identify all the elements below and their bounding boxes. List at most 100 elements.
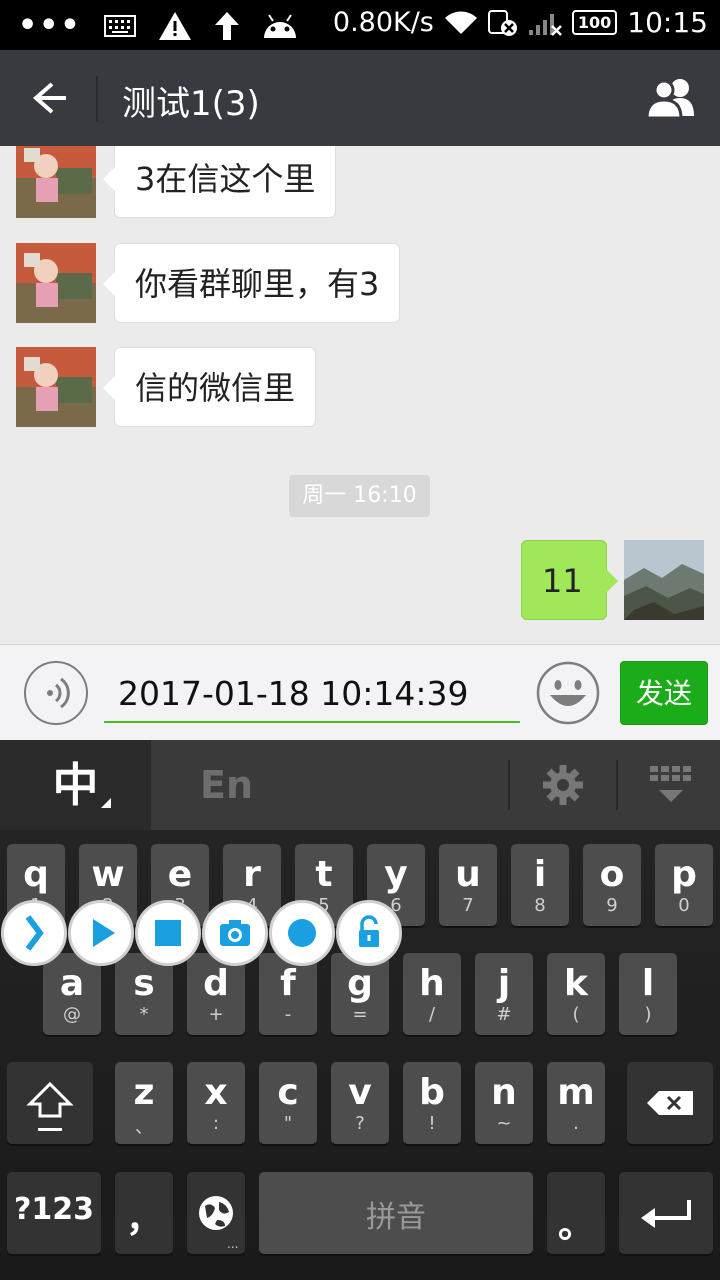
comma-key[interactable]: ，	[115, 1172, 173, 1254]
chinese-mode-tab[interactable]: 中	[0, 740, 151, 830]
clock: 10:15	[627, 6, 708, 39]
contact-avatar[interactable]	[16, 347, 96, 427]
back-button[interactable]	[20, 74, 76, 122]
period-key[interactable]: 。	[547, 1172, 605, 1254]
key-z[interactable]: z、	[115, 1062, 173, 1144]
message-bubble[interactable]: 信的微信里	[102, 347, 317, 427]
play-icon	[93, 919, 115, 947]
symbols-key[interactable]: ?123	[7, 1172, 101, 1254]
key-label: 。	[557, 1205, 594, 1246]
key-label: ?123	[13, 1192, 95, 1227]
my-message-bubble[interactable]: 11	[521, 540, 618, 620]
key-u[interactable]: u7	[439, 844, 497, 926]
key-label: t	[315, 854, 333, 895]
english-mode-tab[interactable]: En	[200, 740, 253, 830]
key-c[interactable]: c "	[259, 1062, 317, 1144]
camera-icon	[220, 920, 250, 946]
warning-icon	[158, 11, 191, 40]
toolbar-divider	[616, 760, 618, 810]
sim-off-icon	[487, 9, 517, 36]
my-avatar[interactable]	[624, 540, 704, 620]
contact-avatar[interactable]	[16, 146, 96, 218]
key-label: y	[384, 854, 408, 895]
key-sublabel: /	[428, 1004, 436, 1025]
key-label: j	[497, 963, 511, 1004]
key-label: h	[419, 963, 445, 1004]
key-v[interactable]: v?	[331, 1062, 389, 1144]
message-list[interactable]: 3在信这个里 你看群聊里，有3 信的微信里 周一 16:10 11	[0, 146, 720, 644]
svg-text:...: ...	[227, 1237, 238, 1251]
stop-icon	[155, 920, 181, 946]
key-sublabel: =	[352, 1004, 368, 1025]
globe-key[interactable]: ...	[187, 1172, 245, 1254]
title-divider	[96, 76, 98, 122]
hide-keyboard-button[interactable]	[646, 764, 696, 808]
chinese-mode-label: 中	[52, 758, 99, 812]
collapse-toolbar-button[interactable]	[1, 900, 67, 966]
battery-indicator: 100	[571, 10, 618, 35]
unlock-button[interactable]	[336, 900, 402, 966]
enter-key[interactable]	[619, 1172, 713, 1254]
key-label: p	[671, 854, 697, 895]
key-n[interactable]: n ~	[475, 1062, 533, 1144]
key-h[interactable]: h /	[403, 953, 461, 1035]
soft-keyboard: 中 En q1 w2 e3 r4 t5 y6 u7 i8 o9 p0 a@ s*…	[0, 740, 720, 1280]
key-label: v	[348, 1072, 372, 1113]
key-label: m	[557, 1072, 595, 1113]
contact-avatar[interactable]	[16, 243, 96, 323]
key-label: n	[491, 1072, 517, 1113]
screenshot-button[interactable]	[202, 900, 268, 966]
voice-input-button[interactable]	[24, 661, 88, 725]
key-label: b	[419, 1072, 445, 1113]
key-x[interactable]: x:	[187, 1062, 245, 1144]
chat-header: 测试1(3)	[0, 50, 720, 146]
key-b[interactable]: b!	[403, 1062, 461, 1144]
message-bubble[interactable]: 你看群聊里，有3	[102, 243, 401, 323]
key-label: l	[641, 963, 655, 1004]
space-key[interactable]: 拼音	[259, 1172, 533, 1254]
chevron-right-icon	[25, 915, 44, 951]
time-divider: 周一 16:10	[289, 475, 430, 517]
key-sublabel: (	[572, 1004, 580, 1025]
enter-arrow-icon	[641, 1200, 691, 1228]
more-dots-icon: •••	[18, 8, 82, 43]
message-input[interactable]	[104, 665, 520, 723]
settings-button[interactable]	[540, 762, 586, 808]
key-j[interactable]: j #	[475, 953, 533, 1035]
floating-control-bar	[0, 900, 404, 972]
group-members-button[interactable]	[642, 74, 702, 122]
backspace-icon	[647, 1091, 693, 1115]
record-button[interactable]	[269, 900, 335, 966]
key-p[interactable]: p0	[655, 844, 713, 926]
key-sublabel: @	[63, 1004, 81, 1025]
backspace-key[interactable]	[627, 1062, 713, 1144]
emoji-button[interactable]	[536, 661, 600, 725]
key-label: c	[277, 1072, 299, 1113]
key-label: k	[564, 963, 588, 1004]
voice-icon	[47, 677, 70, 709]
input-bar: 发送	[0, 644, 720, 740]
key-i[interactable]: i8	[511, 844, 569, 926]
key-l[interactable]: l)	[619, 953, 677, 1035]
stop-button[interactable]	[135, 900, 201, 966]
android-icon	[263, 13, 296, 38]
key-label: i	[533, 854, 547, 895]
corner-triangle-icon	[101, 798, 111, 808]
key-sublabel: ~	[496, 1113, 512, 1134]
shift-key[interactable]	[7, 1062, 93, 1144]
key-label: q	[23, 854, 49, 895]
key-k[interactable]: k(	[547, 953, 605, 1035]
key-sublabel: #	[496, 1004, 512, 1025]
message-bubble[interactable]: 3在信这个里	[102, 146, 337, 218]
key-m[interactable]: m.	[547, 1062, 605, 1144]
key-o[interactable]: o9	[583, 844, 641, 926]
toolbar-divider	[508, 760, 510, 810]
signal-icon	[528, 13, 562, 36]
send-button[interactable]: 发送	[620, 661, 708, 725]
key-label: z	[133, 1072, 155, 1113]
key-sublabel: *	[139, 1004, 149, 1025]
keyboard-icon	[103, 14, 136, 37]
play-button[interactable]	[68, 900, 134, 966]
key-sublabel: 8	[534, 895, 546, 916]
record-icon	[288, 919, 316, 947]
